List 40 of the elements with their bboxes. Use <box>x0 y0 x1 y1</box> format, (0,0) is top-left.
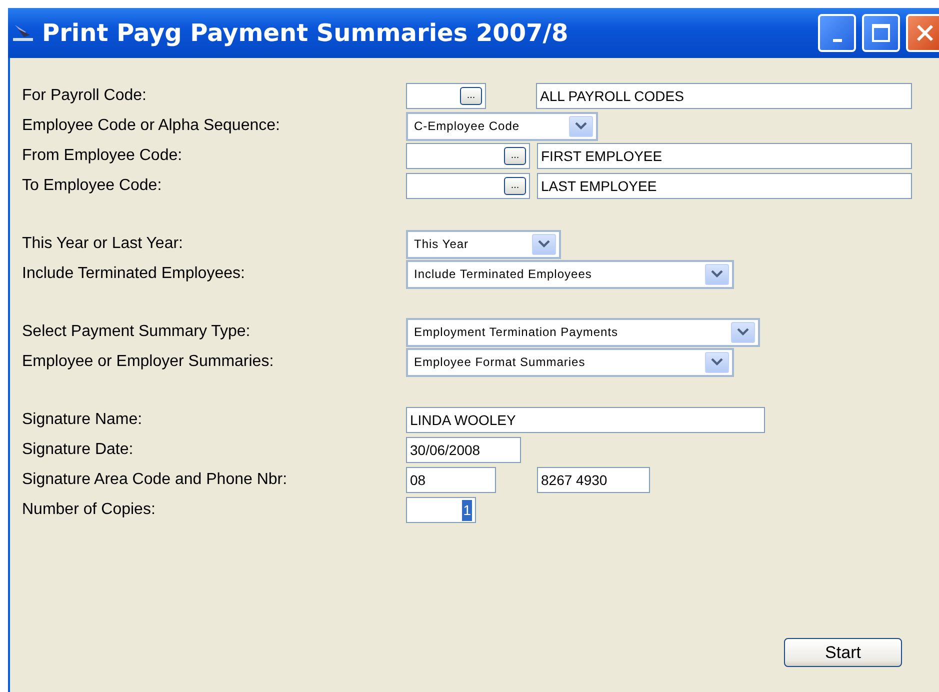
browse-button[interactable]: ... <box>460 87 482 105</box>
dropdown[interactable]: C-Employee Code <box>406 112 598 140</box>
text-field[interactable]: ALL PAYROLL CODES <box>536 83 912 109</box>
dropdown[interactable]: Employee Format Summaries <box>406 348 734 376</box>
field-label: From Employee Code: <box>22 146 184 166</box>
field-label: This Year or Last Year: <box>22 234 184 254</box>
field-label: Employee Code or Alpha Sequence: <box>22 116 281 136</box>
minimize-icon <box>832 39 842 42</box>
dropdown[interactable]: Employment Termination Payments <box>406 318 760 346</box>
field-label: Signature Name: <box>22 410 144 430</box>
code-field[interactable]: ... <box>406 83 486 109</box>
code-field[interactable]: ... <box>406 173 530 199</box>
minimize-button[interactable] <box>818 14 856 52</box>
field-label: Signature Date: <box>22 440 134 460</box>
text-field[interactable]: 30/06/2008 <box>406 437 521 463</box>
text-field[interactable]: FIRST EMPLOYEE <box>537 143 912 169</box>
field-label: Signature Area Code and Phone Nbr: <box>22 470 288 490</box>
field-label: To Employee Code: <box>22 176 163 196</box>
field-label: Employee or Employer Summaries: <box>22 352 275 372</box>
text-field[interactable]: LINDA WOOLEY <box>406 407 765 433</box>
text-field[interactable]: 8267 4930 <box>537 467 650 493</box>
start-button[interactable]: Start <box>784 638 902 667</box>
code-field[interactable]: ... <box>406 143 530 169</box>
window-title: Print Payg Payment Summaries 2007/8 <box>42 18 568 49</box>
app-icon <box>12 23 34 43</box>
close-icon <box>915 23 935 43</box>
number-field[interactable]: 1 <box>406 497 476 523</box>
field-label: Number of Copies: <box>22 500 156 520</box>
maximize-icon <box>871 23 891 43</box>
field-label: Select Payment Summary Type: <box>22 322 252 342</box>
text-field[interactable]: 08 <box>406 467 496 493</box>
browse-button[interactable]: ... <box>504 177 526 195</box>
maximize-button[interactable] <box>862 14 900 52</box>
text-field[interactable]: LAST EMPLOYEE <box>537 173 912 199</box>
browse-button[interactable]: ... <box>504 147 526 165</box>
dropdown[interactable]: Include Terminated Employees <box>406 260 734 288</box>
close-button[interactable] <box>906 14 939 52</box>
field-label: Include Terminated Employees: <box>22 264 246 284</box>
dropdown[interactable]: This Year <box>406 230 561 258</box>
field-label: For Payroll Code: <box>22 86 148 106</box>
